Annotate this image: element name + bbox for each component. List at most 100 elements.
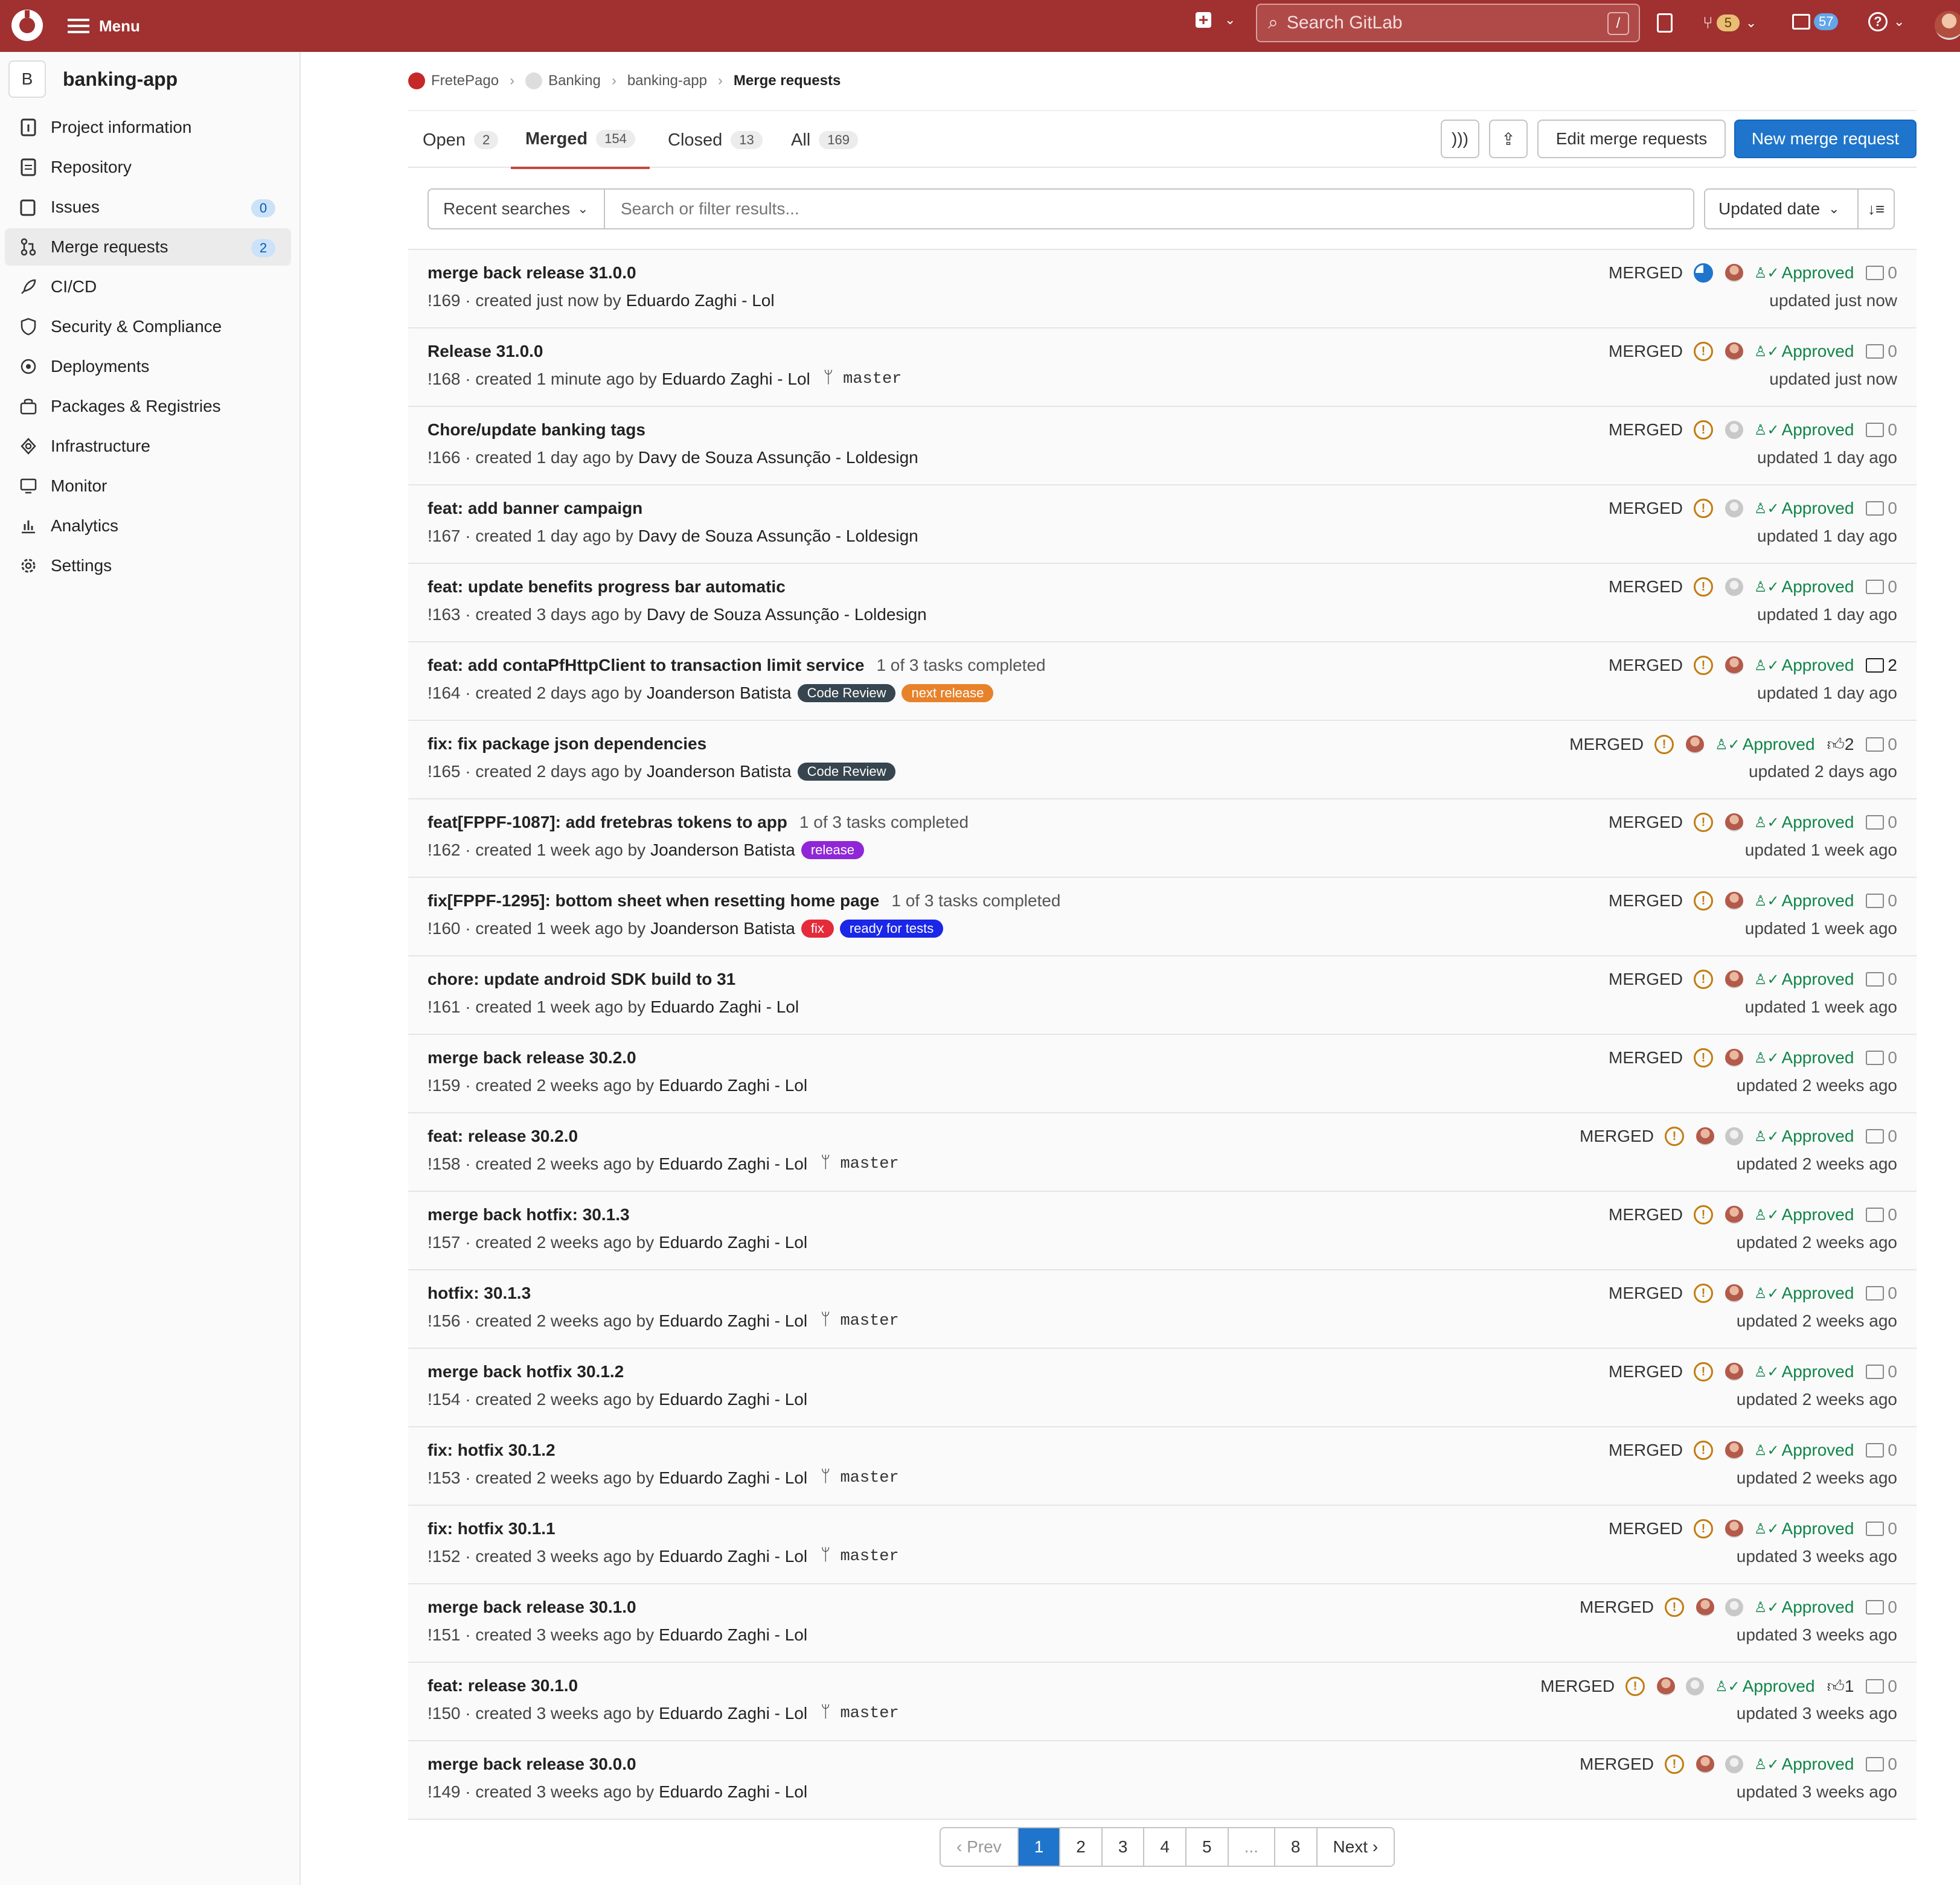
merge-requests-shortcut[interactable]: ⑂ 5 ⌄ bbox=[1703, 13, 1757, 33]
assignee-avatar[interactable] bbox=[1725, 892, 1743, 910]
sort-dropdown[interactable]: Updated date ⌄ bbox=[1704, 188, 1859, 229]
mr-label[interactable]: release bbox=[801, 841, 865, 859]
mr-author-link[interactable]: Eduardo Zaghi - Lol bbox=[659, 1468, 807, 1488]
assignee-avatar[interactable] bbox=[1686, 735, 1705, 754]
comments[interactable]: 0 bbox=[1866, 263, 1897, 283]
merge-request-row[interactable]: Chore/update banking tags !166 · created … bbox=[408, 407, 1917, 485]
pipeline-warning-icon[interactable]: ! bbox=[1693, 1441, 1713, 1460]
sidebar-item-deployments[interactable]: Deployments bbox=[5, 348, 291, 385]
comments[interactable]: 0 bbox=[1866, 1284, 1897, 1303]
pipeline-warning-icon[interactable]: ! bbox=[1664, 1127, 1684, 1146]
sidebar-item-monitor[interactable]: Monitor bbox=[5, 467, 291, 505]
mr-author-link[interactable]: Eduardo Zaghi - Lol bbox=[659, 1782, 807, 1802]
sidebar-item-project-information[interactable]: Project information bbox=[5, 109, 291, 146]
pagination-page[interactable]: 5 bbox=[1187, 1828, 1229, 1866]
comments[interactable]: 0 bbox=[1866, 420, 1897, 440]
mr-author-link[interactable]: Eduardo Zaghi - Lol bbox=[659, 1704, 807, 1723]
mr-author-link[interactable]: Eduardo Zaghi - Lol bbox=[659, 1154, 807, 1174]
pipeline-warning-icon[interactable]: ! bbox=[1693, 1048, 1713, 1067]
mr-title-link[interactable]: Chore/update banking tags bbox=[428, 420, 645, 439]
merge-request-row[interactable]: merge back release 30.0.0 !149 · created … bbox=[408, 1741, 1917, 1820]
assignee-avatar[interactable] bbox=[1725, 421, 1743, 439]
comments[interactable]: 0 bbox=[1866, 1127, 1897, 1146]
pipeline-warning-icon[interactable]: ! bbox=[1664, 1598, 1684, 1617]
assignee-avatar[interactable] bbox=[1725, 1206, 1743, 1224]
mr-author-link[interactable]: Eduardo Zaghi - Lol bbox=[626, 291, 775, 310]
assignee-avatar[interactable] bbox=[1725, 499, 1743, 517]
sidebar-item-analytics[interactable]: Analytics bbox=[5, 507, 291, 545]
comments[interactable]: 0 bbox=[1866, 499, 1897, 518]
pagination-page[interactable]: 2 bbox=[1060, 1828, 1103, 1866]
merge-request-row[interactable]: merge back release 31.0.0 !169 · created … bbox=[408, 250, 1917, 328]
mr-author-link[interactable]: Eduardo Zaghi - Lol bbox=[659, 1390, 807, 1409]
assignee-avatar[interactable] bbox=[1725, 342, 1743, 360]
merge-request-row[interactable]: feat: update benefits progress bar autom… bbox=[408, 564, 1917, 642]
breadcrumb-subgroup[interactable]: Banking bbox=[548, 72, 601, 89]
filter-search-input[interactable] bbox=[605, 199, 1693, 219]
pipeline-warning-icon[interactable]: ! bbox=[1693, 1362, 1713, 1381]
edit-merge-requests-button[interactable]: Edit merge requests bbox=[1537, 120, 1726, 158]
pipeline-warning-icon[interactable]: ! bbox=[1693, 499, 1713, 518]
mr-author-link[interactable]: Joanderson Batista bbox=[647, 683, 792, 703]
assignee-avatar[interactable] bbox=[1725, 1284, 1743, 1302]
pagination-page[interactable]: 3 bbox=[1103, 1828, 1145, 1866]
project-header[interactable]: B banking-app bbox=[8, 60, 178, 98]
target-branch[interactable]: ᛘ master bbox=[821, 1155, 899, 1173]
comments[interactable]: 0 bbox=[1866, 577, 1897, 597]
sidebar-item-packages[interactable]: Packages & Registries bbox=[5, 388, 291, 425]
pipeline-warning-icon[interactable]: ! bbox=[1693, 577, 1713, 597]
merge-request-row[interactable]: fix: hotfix 30.1.2 !153 · created 2 weeks… bbox=[408, 1427, 1917, 1506]
target-branch[interactable]: ᛘ master bbox=[821, 1547, 899, 1566]
sidebar-item-security[interactable]: Security & Compliance bbox=[5, 308, 291, 345]
pipeline-warning-icon[interactable]: ! bbox=[1693, 342, 1713, 361]
create-new-button[interactable]: + ⌄ bbox=[1196, 11, 1235, 28]
breadcrumb-current[interactable]: Merge requests bbox=[734, 72, 841, 89]
new-merge-request-button[interactable]: New merge request bbox=[1734, 120, 1917, 158]
merge-request-row[interactable]: feat: release 30.2.0 !158 · created 2 wee… bbox=[408, 1113, 1917, 1192]
mr-title-link[interactable]: merge back hotfix 30.1.2 bbox=[428, 1362, 624, 1381]
pipeline-warning-icon[interactable]: ! bbox=[1625, 1677, 1645, 1696]
pagination-page[interactable]: 8 bbox=[1275, 1828, 1318, 1866]
mr-title-link[interactable]: merge back hotfix: 30.1.3 bbox=[428, 1205, 630, 1224]
comments[interactable]: 0 bbox=[1866, 1677, 1897, 1696]
mr-label[interactable]: Code Review bbox=[797, 684, 896, 702]
pipeline-warning-icon[interactable]: ! bbox=[1654, 735, 1674, 754]
comments[interactable]: 0 bbox=[1866, 1519, 1897, 1538]
pipeline-warning-icon[interactable]: ! bbox=[1664, 1755, 1684, 1774]
pipeline-warning-icon[interactable]: ! bbox=[1693, 813, 1713, 832]
pagination-next[interactable]: Next › bbox=[1318, 1828, 1394, 1866]
comments[interactable]: 0 bbox=[1866, 1362, 1897, 1381]
merge-request-row[interactable]: feat: add contaPfHttpClient to transacti… bbox=[408, 642, 1917, 721]
mr-author-link[interactable]: Davy de Souza Assunção - Loldesign bbox=[647, 605, 927, 624]
mr-title-link[interactable]: merge back release 30.1.0 bbox=[428, 1598, 636, 1616]
mr-author-link[interactable]: Joanderson Batista bbox=[650, 919, 795, 938]
comments[interactable]: 0 bbox=[1866, 813, 1897, 832]
assignee-avatar[interactable] bbox=[1725, 1520, 1743, 1538]
mr-author-link[interactable]: Davy de Souza Assunção - Loldesign bbox=[638, 448, 918, 467]
mr-title-link[interactable]: feat: add banner campaign bbox=[428, 499, 642, 517]
assignee-avatar[interactable] bbox=[1725, 1049, 1743, 1067]
assignee-avatar[interactable] bbox=[1725, 578, 1743, 596]
menu-button[interactable]: Menu bbox=[68, 13, 140, 39]
help-menu[interactable]: ? ⌄ bbox=[1868, 12, 1904, 31]
merge-request-row[interactable]: merge back release 30.2.0 !159 · created … bbox=[408, 1035, 1917, 1113]
tab-closed[interactable]: Closed 13 bbox=[668, 111, 763, 169]
comments[interactable]: 0 bbox=[1866, 891, 1897, 910]
mr-author-link[interactable]: Eduardo Zaghi - Lol bbox=[659, 1311, 807, 1331]
sidebar-item-settings[interactable]: Settings bbox=[5, 547, 291, 584]
merge-request-row[interactable]: fix[FPPF-1295]: bottom sheet when resett… bbox=[408, 878, 1917, 956]
mr-label[interactable]: Code Review bbox=[797, 763, 896, 781]
reviewer-avatar[interactable] bbox=[1725, 1127, 1743, 1145]
mr-author-link[interactable]: Joanderson Batista bbox=[650, 840, 795, 860]
comments[interactable]: 0 bbox=[1866, 342, 1897, 361]
pipeline-warning-icon[interactable]: ! bbox=[1693, 1519, 1713, 1538]
merge-request-row[interactable]: hotfix: 30.1.3 !156 · created 2 weeks ago… bbox=[408, 1270, 1917, 1349]
mr-title-link[interactable]: merge back release 30.0.0 bbox=[428, 1755, 636, 1773]
comments[interactable]: 0 bbox=[1866, 1441, 1897, 1460]
comments[interactable]: 0 bbox=[1866, 1048, 1897, 1067]
mr-title-link[interactable]: chore: update android SDK build to 31 bbox=[428, 970, 735, 988]
sidebar-item-merge-requests[interactable]: Merge requests 2 bbox=[5, 228, 291, 266]
tab-all[interactable]: All 169 bbox=[791, 111, 858, 169]
mr-title-link[interactable]: fix[FPPF-1295]: bottom sheet when resett… bbox=[428, 891, 879, 910]
merge-request-row[interactable]: merge back hotfix 30.1.2 !154 · created 2… bbox=[408, 1349, 1917, 1427]
